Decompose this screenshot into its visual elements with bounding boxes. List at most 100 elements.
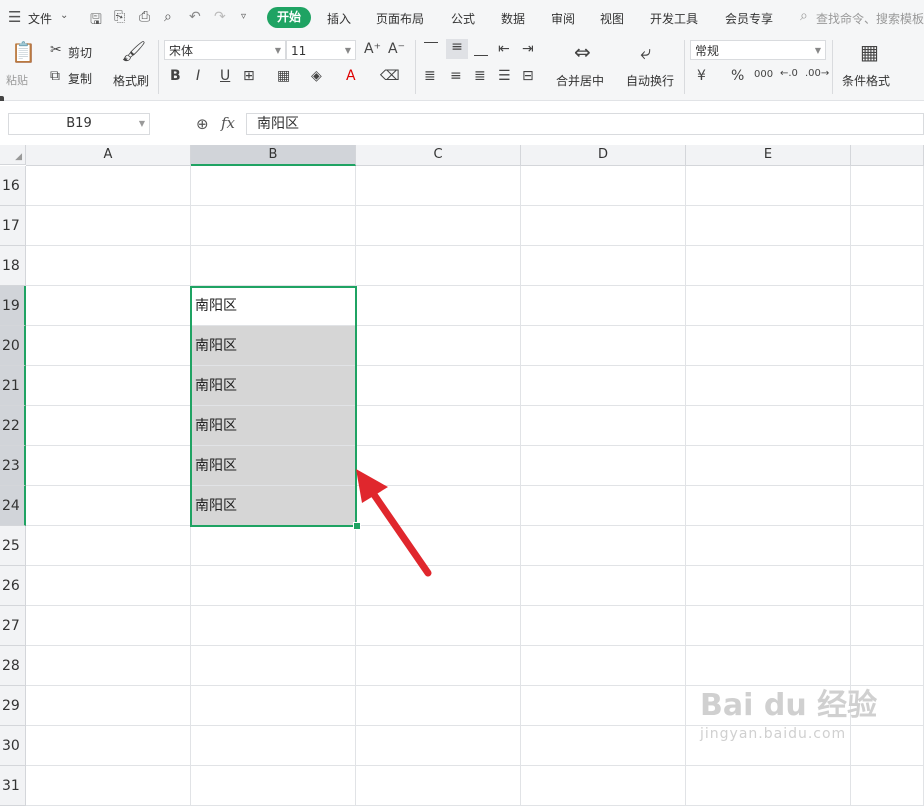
tab-review[interactable]: 审阅 xyxy=(551,10,575,27)
cell-e16[interactable] xyxy=(686,166,851,206)
cell-d17[interactable] xyxy=(521,206,686,246)
cell-e27[interactable] xyxy=(686,606,851,646)
hamburger-menu-icon[interactable]: ☰ xyxy=(8,8,21,26)
bold-icon[interactable]: B xyxy=(170,68,181,84)
paste-icon[interactable]: 📋 xyxy=(11,40,36,64)
search-command-input[interactable]: 查找命令、搜索模板 xyxy=(816,10,924,27)
merge-center-icon[interactable]: ⇔ xyxy=(574,40,591,64)
function-icon[interactable]: fx xyxy=(221,114,235,132)
cell-c16[interactable] xyxy=(356,166,521,206)
border-icon[interactable]: ⊞ xyxy=(243,68,255,84)
cell-a28[interactable] xyxy=(26,646,191,686)
cell-e23[interactable] xyxy=(686,446,851,486)
font-name-select[interactable]: 宋体 ▼ xyxy=(164,40,286,60)
tab-view[interactable]: 视图 xyxy=(600,10,624,27)
cell-d19[interactable] xyxy=(521,286,686,326)
chevron-down-icon[interactable]: ⌄ xyxy=(60,10,68,21)
cell-d16[interactable] xyxy=(521,166,686,206)
indent-icon[interactable]: ⇥ xyxy=(522,41,534,57)
wrap-text-button[interactable]: 自动换行 xyxy=(626,72,674,89)
cell-b24[interactable]: 南阳区 xyxy=(191,486,356,526)
cell-b25[interactable] xyxy=(191,526,356,566)
cell-a23[interactable] xyxy=(26,446,191,486)
cell-d22[interactable] xyxy=(521,406,686,446)
increase-decimal-icon[interactable]: ←.0 xyxy=(780,68,798,79)
cell-b20[interactable]: 南阳区 xyxy=(191,326,356,366)
format-painter-icon[interactable]: 🖌 xyxy=(121,39,146,63)
cell-f31[interactable] xyxy=(851,766,924,806)
customize-toolbar-icon[interactable]: ▿ xyxy=(241,11,246,22)
paste-button[interactable]: 粘贴 xyxy=(6,72,28,88)
cell-b29[interactable] xyxy=(191,686,356,726)
thousands-separator-button[interactable]: 000 xyxy=(754,69,773,80)
row-header-27[interactable]: 27 xyxy=(0,606,26,646)
tab-data[interactable]: 数据 xyxy=(501,10,525,27)
cell-b28[interactable] xyxy=(191,646,356,686)
cell-b27[interactable] xyxy=(191,606,356,646)
cell-d28[interactable] xyxy=(521,646,686,686)
cell-e17[interactable] xyxy=(686,206,851,246)
row-header-24[interactable]: 24 xyxy=(0,486,26,526)
cell-b22[interactable]: 南阳区 xyxy=(191,406,356,446)
currency-button[interactable]: ¥ xyxy=(697,68,706,84)
cell-a17[interactable] xyxy=(26,206,191,246)
cell-a18[interactable] xyxy=(26,246,191,286)
tab-insert[interactable]: 插入 xyxy=(327,10,351,27)
cell-d24[interactable] xyxy=(521,486,686,526)
column-header-b[interactable]: B xyxy=(191,145,356,166)
cell-c31[interactable] xyxy=(356,766,521,806)
fill-color-icon[interactable]: ◈ xyxy=(311,68,322,84)
cell-c30[interactable] xyxy=(356,726,521,766)
row-header-29[interactable]: 29 xyxy=(0,686,26,726)
undo-icon[interactable]: ↶ xyxy=(189,9,201,25)
cell-f22[interactable] xyxy=(851,406,924,446)
italic-icon[interactable]: I xyxy=(196,68,200,84)
row-header-20[interactable]: 20 xyxy=(0,326,26,366)
conditional-format-icon[interactable]: ▦ xyxy=(860,40,879,64)
cell-d21[interactable] xyxy=(521,366,686,406)
cell-a26[interactable] xyxy=(26,566,191,606)
underline-icon[interactable]: U xyxy=(220,68,230,84)
tab-home[interactable]: 开始 xyxy=(267,7,311,28)
cell-d18[interactable] xyxy=(521,246,686,286)
row-header-18[interactable]: 18 xyxy=(0,246,26,286)
row-header-25[interactable]: 25 xyxy=(0,526,26,566)
column-header-e[interactable]: E xyxy=(686,145,851,166)
select-all-corner[interactable]: ◢ xyxy=(0,145,26,165)
cell-d29[interactable] xyxy=(521,686,686,726)
fill-pattern-icon[interactable]: ▦ xyxy=(277,68,290,84)
cell-d23[interactable] xyxy=(521,446,686,486)
cell-d20[interactable] xyxy=(521,326,686,366)
percent-button[interactable]: % xyxy=(731,68,744,84)
row-header-26[interactable]: 26 xyxy=(0,566,26,606)
cell-c28[interactable] xyxy=(356,646,521,686)
cell-d31[interactable] xyxy=(521,766,686,806)
cell-a20[interactable] xyxy=(26,326,191,366)
row-header-30[interactable]: 30 xyxy=(0,726,26,766)
cell-c29[interactable] xyxy=(356,686,521,726)
cell-e19[interactable] xyxy=(686,286,851,326)
name-box[interactable]: B19 ▼ xyxy=(8,113,150,135)
cell-a31[interactable] xyxy=(26,766,191,806)
cell-f20[interactable] xyxy=(851,326,924,366)
cell-e31[interactable] xyxy=(686,766,851,806)
column-header-c[interactable]: C xyxy=(356,145,521,166)
column-header-next[interactable] xyxy=(851,145,924,166)
cell-a21[interactable] xyxy=(26,366,191,406)
save-icon[interactable]: 🖫 xyxy=(90,9,102,33)
cell-c21[interactable] xyxy=(356,366,521,406)
cell-a22[interactable] xyxy=(26,406,191,446)
row-header-31[interactable]: 31 xyxy=(0,766,26,806)
align-middle-icon[interactable]: ≡ xyxy=(446,39,468,59)
cell-f21[interactable] xyxy=(851,366,924,406)
cell-d25[interactable] xyxy=(521,526,686,566)
align-center-icon[interactable]: ≡ xyxy=(450,68,462,84)
cell-a27[interactable] xyxy=(26,606,191,646)
cell-b26[interactable] xyxy=(191,566,356,606)
cell-b31[interactable] xyxy=(191,766,356,806)
align-bottom-icon[interactable]: ⎽ xyxy=(474,41,488,57)
cell-b18[interactable] xyxy=(191,246,356,286)
row-header-22[interactable]: 22 xyxy=(0,406,26,446)
cell-e24[interactable] xyxy=(686,486,851,526)
clear-format-icon[interactable]: ⌫ xyxy=(380,68,400,84)
